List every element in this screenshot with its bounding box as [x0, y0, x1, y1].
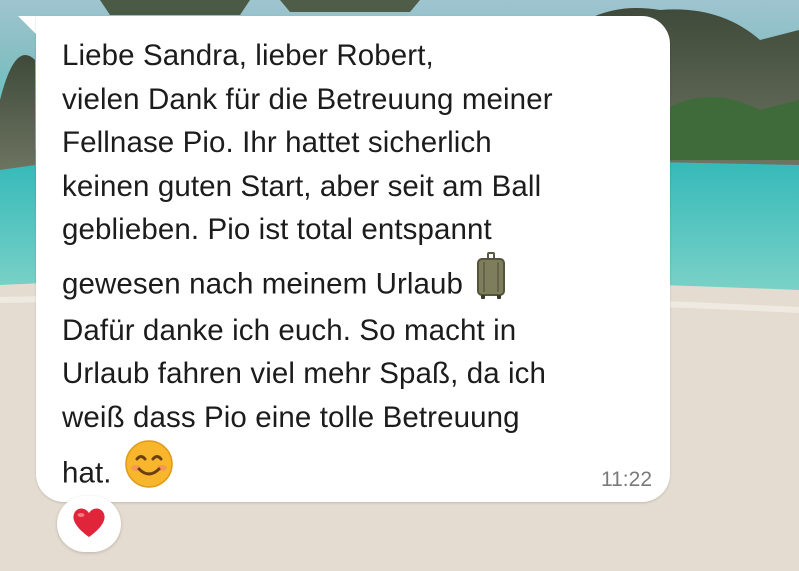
message-line: geblieben. Pio ist total entspannt [62, 213, 492, 246]
message-line: keinen guten Start, aber seit am Ball [62, 169, 542, 203]
red-heart-icon [71, 505, 107, 544]
message-line-with-emoji: hat. [62, 439, 662, 499]
smiling-face-icon [124, 439, 174, 510]
message-line: Dafür danke ich euch. So macht in [62, 313, 517, 347]
message-line: hat. [62, 456, 112, 490]
message-line: Fellnase Pio. Ihr hattet sicherlich [62, 126, 492, 159]
message-text: Liebe Sandra, lieber Robert, vielen Dank… [62, 34, 662, 499]
message-line: gewesen nach meinem Urlaub [62, 266, 464, 300]
message-line-with-emoji: gewesen nach meinem Urlaub [62, 251, 662, 309]
incoming-message-bubble[interactable]: Liebe Sandra, lieber Robert, vielen Dank… [36, 16, 670, 502]
message-line: Liebe Sandra, lieber Robert, [62, 39, 434, 72]
heart-reaction[interactable] [57, 496, 121, 552]
message-timestamp: 11:22 [601, 468, 652, 491]
message-line: weiß dass Pio eine tolle Betreuung [62, 400, 520, 434]
message-line: vielen Dank für die Betreuung meiner [62, 82, 553, 116]
message-line: Urlaub fahren viel mehr Spaß, da ich [62, 357, 547, 390]
